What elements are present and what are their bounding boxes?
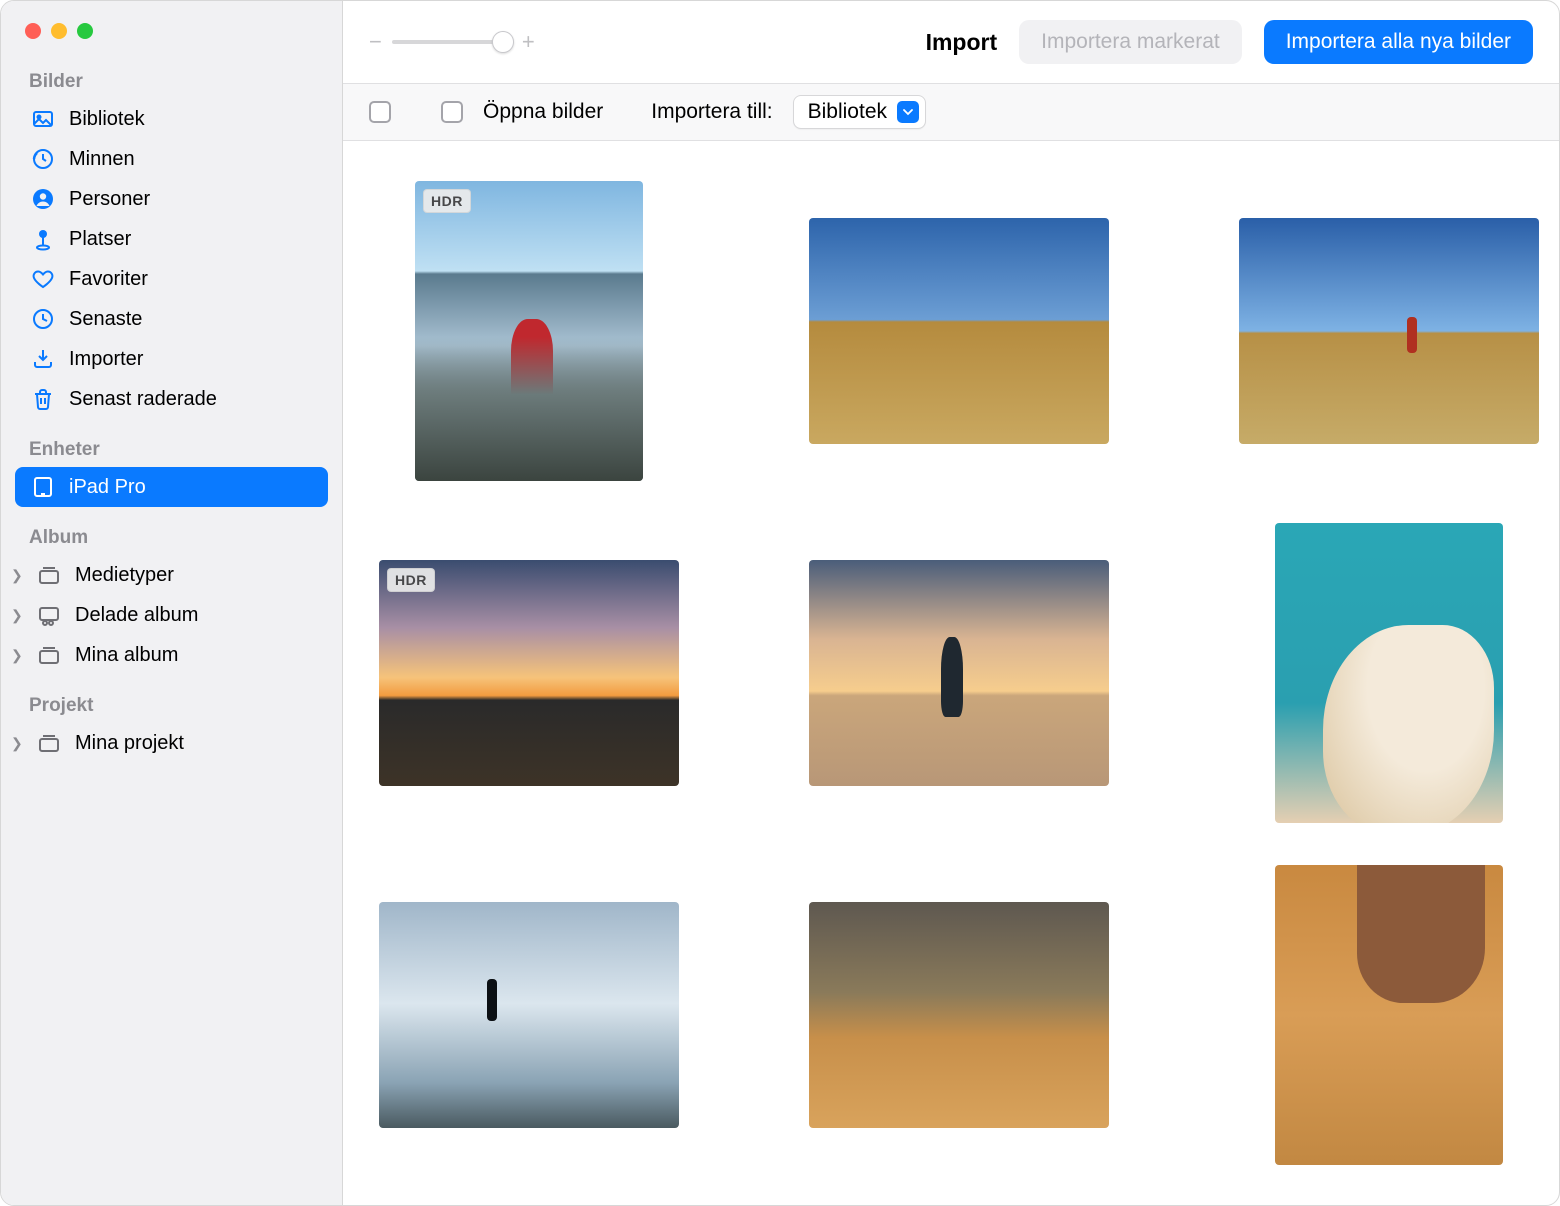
sidebar-item-people[interactable]: Personer [15, 179, 328, 219]
photo-cell[interactable] [809, 865, 1109, 1165]
sidebar-item-label: Importer [69, 348, 143, 371]
photo-cell[interactable] [809, 523, 1109, 823]
import-icon [31, 347, 55, 371]
sidebar-section-projects: Projekt [15, 675, 328, 723]
sidebar-item-label: Favoriter [69, 268, 148, 291]
fullscreen-window-button[interactable] [77, 23, 93, 39]
sidebar-item-label: Delade album [75, 604, 198, 627]
photo-cell[interactable] [1239, 523, 1539, 823]
album-icon [37, 643, 61, 667]
sidebar-item-label: Personer [69, 188, 150, 211]
minimize-window-button[interactable] [51, 23, 67, 39]
sidebar-item-media-types[interactable]: ❯ Medietyper [15, 555, 328, 595]
sidebar-item-library[interactable]: Bibliotek [15, 99, 328, 139]
sidebar-item-device-ipad[interactable]: iPad Pro [15, 467, 328, 507]
import-to-label: Importera till: [651, 100, 772, 124]
import-to-value: Bibliotek [808, 100, 887, 124]
shared-album-icon [37, 603, 61, 627]
sidebar-item-label: Medietyper [75, 564, 174, 587]
sidebar: Bilder Bibliotek Minnen Personer Platser [1, 1, 343, 1205]
app-window: Bilder Bibliotek Minnen Personer Platser [0, 0, 1560, 1206]
sidebar-item-imports[interactable]: Importer [15, 339, 328, 379]
trash-icon [31, 387, 55, 411]
photo-cell[interactable]: HDR [379, 181, 679, 481]
sidebar-item-label: Bibliotek [69, 108, 145, 131]
sidebar-item-my-projects[interactable]: ❯ Mina projekt [15, 723, 328, 763]
photo-grid-area: HDR HDR [343, 141, 1559, 1205]
import-all-button[interactable]: Importera alla nya bilder [1264, 20, 1533, 64]
chevron-right-icon[interactable]: ❯ [11, 735, 23, 752]
import-option-bar: Öppna bilder Importera till: Bibliotek [343, 83, 1559, 141]
sidebar-item-favorites[interactable]: Favoriter [15, 259, 328, 299]
photo-thumbnail[interactable] [809, 218, 1109, 444]
photo-thumbnail[interactable] [1275, 523, 1503, 823]
zoom-in-button[interactable]: + [522, 29, 535, 55]
zoom-slider[interactable] [392, 40, 512, 44]
memories-icon [31, 147, 55, 171]
open-photos-checkbox[interactable] [441, 101, 463, 123]
library-icon [31, 107, 55, 131]
sidebar-section-albums: Album [15, 507, 328, 555]
sidebar-item-label: Mina album [75, 644, 178, 667]
photo-thumbnail[interactable] [379, 902, 679, 1128]
clock-icon [31, 307, 55, 331]
photo-cell[interactable] [379, 865, 679, 1165]
chevron-down-icon [897, 101, 919, 123]
chevron-right-icon[interactable]: ❯ [11, 567, 23, 584]
zoom-slider-thumb[interactable] [492, 31, 514, 53]
sidebar-item-memories[interactable]: Minnen [15, 139, 328, 179]
photo-thumbnail[interactable] [809, 560, 1109, 786]
photo-cell[interactable] [809, 181, 1109, 481]
photo-grid: HDR HDR [379, 181, 1523, 1165]
import-to-select[interactable]: Bibliotek [793, 95, 926, 129]
hdr-badge: HDR [387, 568, 435, 592]
sidebar-item-recents[interactable]: Senaste [15, 299, 328, 339]
sidebar-section-photos: Bilder [15, 51, 328, 99]
photo-cell[interactable]: HDR [379, 523, 679, 823]
main-content: − + Import Importera markerat Importera … [343, 1, 1559, 1205]
select-all-checkbox[interactable] [369, 101, 391, 123]
sidebar-item-label: Senaste [69, 308, 142, 331]
stack-icon [37, 563, 61, 587]
people-icon [31, 187, 55, 211]
places-icon [31, 227, 55, 251]
hdr-badge: HDR [423, 189, 471, 213]
photo-cell[interactable] [1239, 865, 1539, 1165]
zoom-out-button[interactable]: − [369, 29, 382, 55]
zoom-control: − + [369, 29, 535, 55]
sidebar-item-label: Platser [69, 228, 131, 251]
photo-cell[interactable] [1239, 181, 1539, 481]
heart-icon [31, 267, 55, 291]
sidebar-item-my-albums[interactable]: ❯ Mina album [15, 635, 328, 675]
photo-thumbnail[interactable]: HDR [415, 181, 643, 481]
sidebar-section-devices: Enheter [15, 419, 328, 467]
toolbar: − + Import Importera markerat Importera … [343, 1, 1559, 83]
photo-thumbnail[interactable] [1239, 218, 1539, 444]
photo-thumbnail[interactable] [809, 902, 1109, 1128]
open-photos-label: Öppna bilder [483, 100, 603, 124]
sidebar-item-label: iPad Pro [69, 476, 146, 499]
sidebar-item-recently-deleted[interactable]: Senast raderade [15, 379, 328, 419]
chevron-right-icon[interactable]: ❯ [11, 647, 23, 664]
window-controls [15, 1, 328, 51]
sidebar-item-shared-albums[interactable]: ❯ Delade album [15, 595, 328, 635]
close-window-button[interactable] [25, 23, 41, 39]
sidebar-item-places[interactable]: Platser [15, 219, 328, 259]
sidebar-item-label: Minnen [69, 148, 135, 171]
import-selected-button[interactable]: Importera markerat [1019, 20, 1242, 64]
sidebar-item-label: Senast raderade [69, 388, 217, 411]
chevron-right-icon[interactable]: ❯ [11, 607, 23, 624]
ipad-icon [31, 475, 55, 499]
sidebar-item-label: Mina projekt [75, 732, 184, 755]
photo-thumbnail[interactable]: HDR [379, 560, 679, 786]
photo-thumbnail[interactable] [1275, 865, 1503, 1165]
project-icon [37, 731, 61, 755]
toolbar-title: Import [926, 29, 998, 56]
